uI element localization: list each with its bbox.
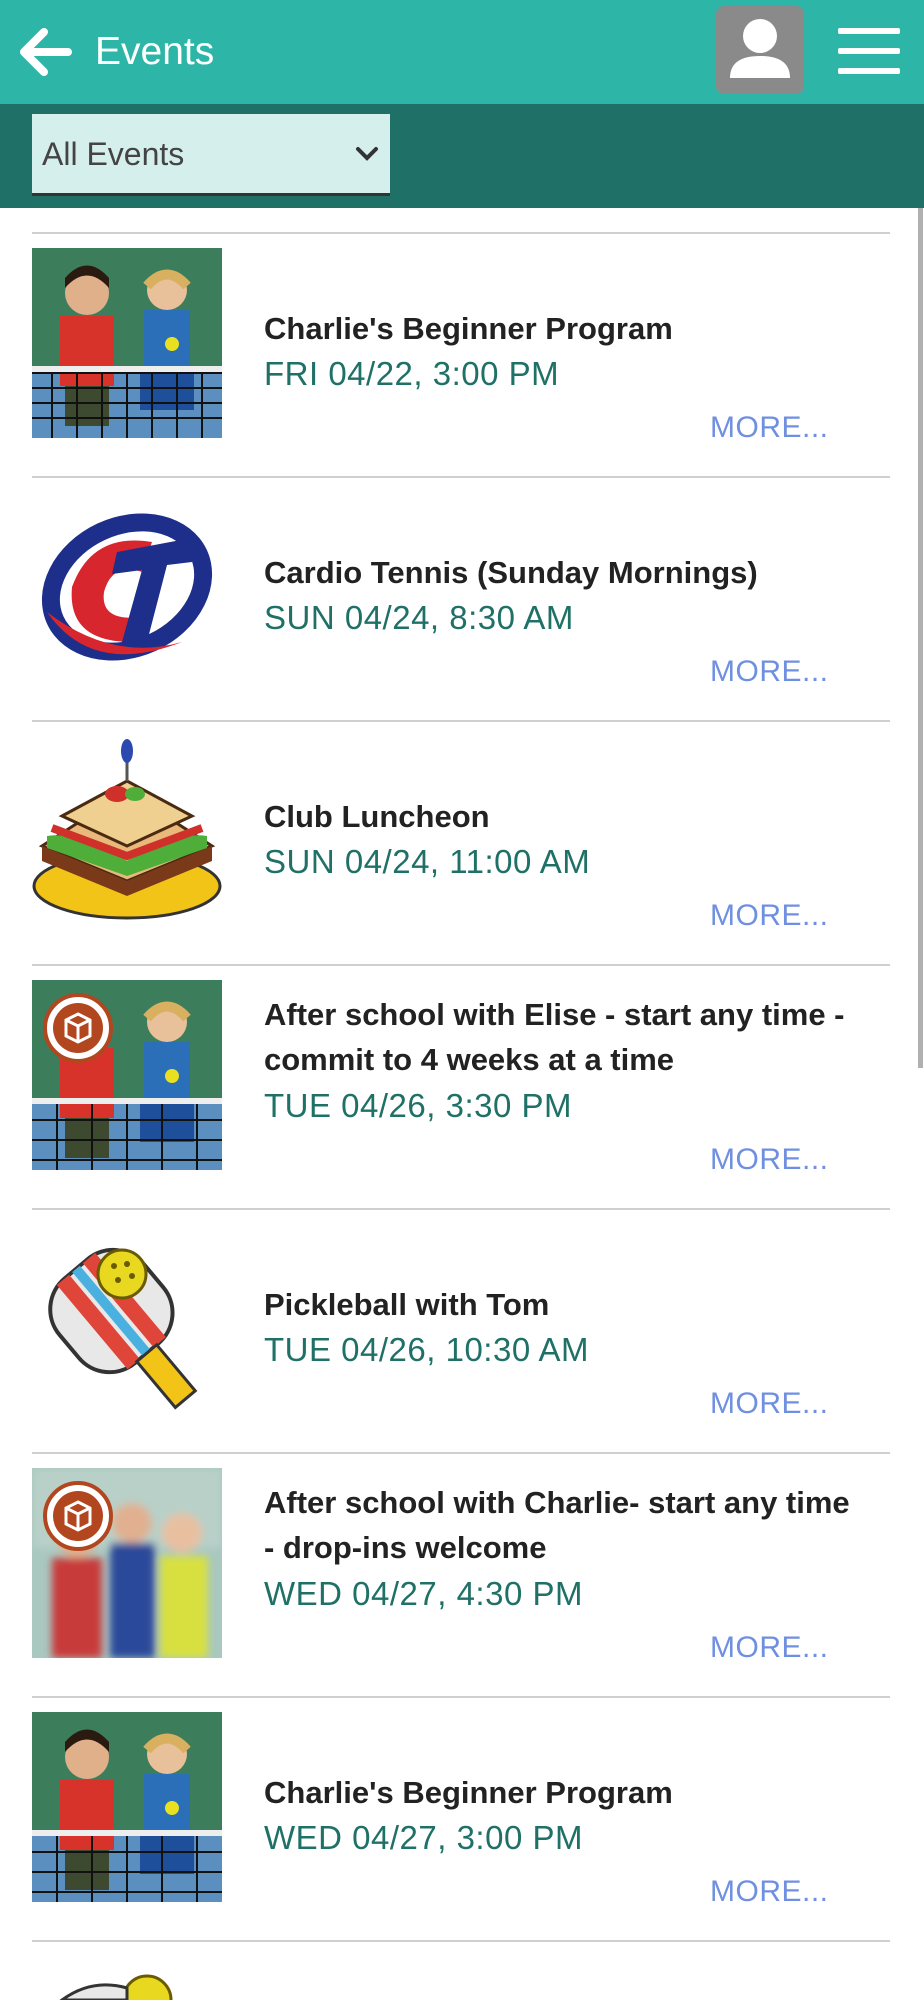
sandwich-image [32,736,222,926]
more-link[interactable]: MORE... [710,1872,829,1912]
package-badge-icon [43,1481,113,1551]
user-avatar-button[interactable] [716,6,804,94]
event-date: SUN 04/24, 11:00 AM [264,843,591,880]
event-date: TUE 04/26, 10:30 AM [264,1331,590,1368]
more-link[interactable]: MORE... [710,1628,829,1668]
event-title: Cardio Tennis (Sunday Mornings) [264,555,758,590]
event-date: TUE 04/26, 3:30 PM [264,1087,572,1124]
more-link[interactable]: MORE... [710,408,829,448]
event-title: Pickleball with Tom [264,1287,550,1322]
event-date: SUN 04/24, 8:30 AM [264,599,574,636]
event-date: WED 04/27, 3:00 PM [264,1819,583,1856]
more-link[interactable]: MORE... [710,896,829,936]
kids-tennis-image [32,248,222,438]
more-link[interactable]: MORE... [710,1384,829,1424]
event-row[interactable]: Charlie's Beginner Program FRI 04/22, 3:… [0,234,924,478]
more-link[interactable]: MORE... [710,652,829,692]
event-filter-select[interactable]: All Events [32,114,390,196]
event-row[interactable]: After school with Elise - start any time… [0,966,924,1210]
event-row[interactable]: Cardio Tennis (Sunday Mornings) SUN 04/2… [0,478,924,722]
divider [32,1940,890,1942]
more-link[interactable]: MORE... [710,1140,829,1180]
kids-tennis-image [32,1712,222,1902]
app-header: Events [0,0,924,104]
pickleball-paddle-image [32,1958,222,2000]
chevron-down-icon [356,147,378,161]
event-row[interactable]: Charlie's Beginner Program WED 04/27, 3:… [0,1698,924,1942]
event-title: Charlie's Beginner Program [264,1775,673,1810]
event-date: WED 04/27, 4:30 PM [264,1575,583,1612]
event-title: After school with Charlie- start any tim… [264,1485,850,1565]
cardio-tennis-logo [32,492,222,682]
pickleball-paddle-image [32,1224,222,1414]
back-arrow-icon[interactable] [18,24,74,80]
event-row[interactable]: After school with Charlie- start any tim… [0,1454,924,1698]
event-row[interactable]: Club Luncheon SUN 04/24, 11:00 AM MORE..… [0,722,924,966]
event-row[interactable]: Pickleball with Tom TUE 04/26, 10:30 AM … [0,1210,924,1454]
event-title: Club Luncheon [264,799,490,834]
package-badge-icon [43,993,113,1063]
hamburger-menu-icon[interactable] [838,28,900,76]
event-date: FRI 04/22, 3:00 PM [264,355,560,392]
page-title: Events [95,30,215,73]
event-title: Charlie's Beginner Program [264,311,673,346]
event-filter-value: All Events [42,136,185,172]
user-icon [730,19,790,78]
event-title: After school with Elise - start any time… [264,997,845,1077]
